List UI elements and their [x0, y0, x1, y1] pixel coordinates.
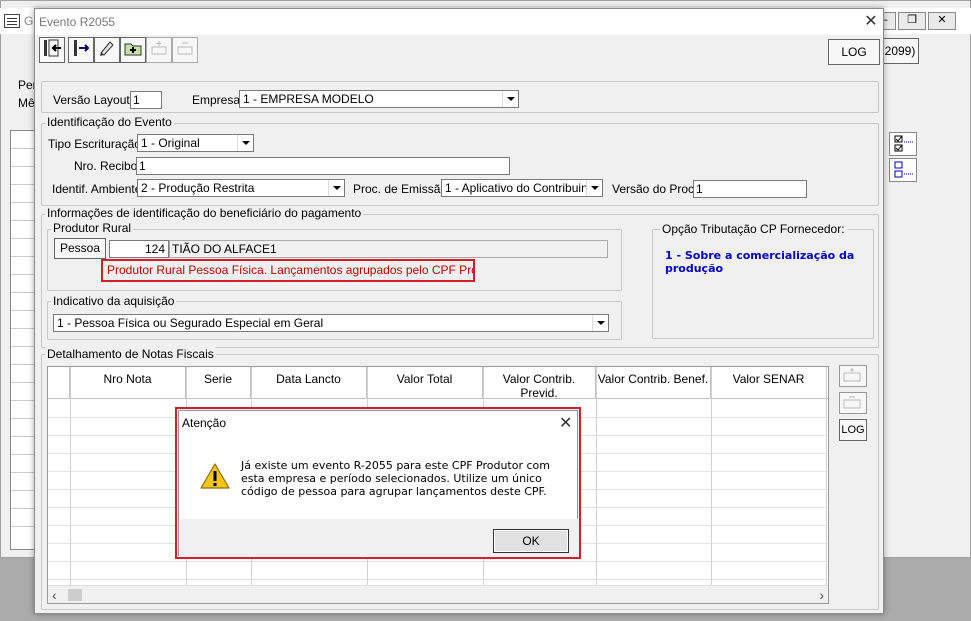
- tipo-escrituracao-select[interactable]: 1 - Original: [137, 134, 254, 152]
- grid-add-row-icon: [839, 365, 867, 387]
- pessoa-code-input[interactable]: 124: [109, 240, 169, 258]
- identif-ambiente-value: 2 - Produção Restrita: [141, 181, 255, 195]
- grid-remove-row-icon: [839, 392, 867, 414]
- checklist-icon[interactable]: [889, 132, 917, 156]
- col-serie[interactable]: Serie: [186, 367, 251, 399]
- add-row-icon: [146, 37, 172, 63]
- horizontal-scrollbar[interactable]: ‹ ›: [48, 585, 828, 603]
- identif-ambiente-select[interactable]: 2 - Produção Restrita: [137, 179, 345, 197]
- aquisicao-select[interactable]: 1 - Pessoa Física ou Segurado Especial e…: [53, 314, 609, 332]
- remove-row-icon: [172, 37, 198, 63]
- window-title: Evento R2055: [39, 15, 116, 29]
- atencao-dialog: Atenção ✕ Já existe um evento R-2055 par…: [175, 407, 581, 559]
- col-nro-nota[interactable]: Nro Nota: [70, 367, 186, 399]
- parent-mes-label: Mê: [18, 96, 35, 110]
- dialog-message: Já existe um evento R-2055 para este CPF…: [241, 459, 550, 498]
- col-data-lancto[interactable]: Data Lancto: [251, 367, 367, 399]
- aquisicao-title: Indicativo da aquisição: [51, 294, 177, 308]
- parent-title: G: [24, 14, 34, 28]
- parent-toolbar-button[interactable]: 2099): [881, 38, 919, 64]
- scroll-thumb[interactable]: [68, 589, 82, 601]
- col-valor-contrib-benef[interactable]: Valor Contrib. Benef.: [596, 367, 711, 399]
- dialog-body: Atenção ✕ Já existe um evento R-2055 par…: [178, 410, 579, 557]
- col-valor-contrib-previd[interactable]: Valor Contrib. Previd.: [483, 367, 596, 400]
- beneficiario-title: Informações de identificação do benefici…: [45, 206, 364, 220]
- aquisicao-value: 1 - Pessoa Física ou Segurado Especial e…: [57, 316, 324, 330]
- unchecklist-icon[interactable]: [889, 158, 917, 182]
- chevron-down-icon[interactable]: [502, 91, 518, 107]
- opcao-tributacao-title: Opção Tributação CP Fornecedor:: [660, 222, 847, 236]
- versao-proc-input[interactable]: 1: [693, 180, 807, 198]
- scroll-right-icon[interactable]: ›: [819, 587, 824, 603]
- proc-emissao-label: Proc. de Emissão: [353, 182, 448, 196]
- produtor-rural-title: Produtor Rural: [51, 221, 134, 235]
- pessoa-button[interactable]: Pessoa: [54, 238, 106, 259]
- nro-recibo-label: Nro. Recibo: [74, 159, 138, 173]
- chevron-down-icon[interactable]: [237, 135, 253, 151]
- opcao-tributacao-group: [652, 229, 874, 339]
- chevron-down-icon[interactable]: [592, 315, 608, 331]
- pessoa-name-field: TIÃO DO ALFACE1: [169, 240, 608, 258]
- row-indicator-header: [48, 367, 70, 399]
- warning-icon: [199, 462, 231, 493]
- close-parent-button[interactable]: ✕: [928, 12, 956, 30]
- dialog-close-button[interactable]: ✕: [559, 413, 572, 433]
- proc-emissao-value: 1 - Aplicativo do Contribuinte: [445, 181, 598, 195]
- log-button[interactable]: LOG: [828, 39, 880, 65]
- window-close-button[interactable]: ✕: [861, 12, 881, 32]
- exit-icon[interactable]: [39, 37, 65, 63]
- window-titlebar: Evento R2055: [35, 9, 883, 35]
- system-menu-icon[interactable]: [4, 14, 20, 28]
- versao-layout-label: Versão Layout: [53, 93, 130, 107]
- versao-layout-input[interactable]: 1: [130, 91, 162, 109]
- versao-proc-label: Versão do Proc.: [612, 182, 698, 196]
- empresa-label: Empresa: [192, 93, 241, 107]
- restore-button[interactable]: ❐: [898, 12, 926, 30]
- produtor-warning: Produtor Rural Pessoa Física. Lançamento…: [101, 259, 475, 282]
- tipo-escrituracao-label: Tipo Escrituração: [48, 137, 141, 151]
- opcao-tributacao-value: 1 - Sobre a comercialização da produção: [665, 249, 855, 275]
- empresa-value: 1 - EMPRESA MODELO: [243, 92, 374, 106]
- scroll-left-icon[interactable]: ‹: [52, 587, 57, 603]
- dialog-title: Atenção: [182, 416, 227, 430]
- ok-button[interactable]: OK: [493, 529, 569, 553]
- parent-grid: [10, 130, 36, 550]
- identif-ambiente-label: Identif. Ambiente: [52, 182, 142, 196]
- chevron-down-icon[interactable]: [328, 180, 344, 196]
- nro-recibo-input[interactable]: 1: [136, 157, 510, 175]
- empresa-select[interactable]: 1 - EMPRESA MODELO: [239, 90, 519, 108]
- tipo-escrituracao-value: 1 - Original: [141, 136, 200, 150]
- col-valor-senar[interactable]: Valor SENAR: [711, 367, 826, 399]
- identificacao-title: Identificação do Evento: [45, 115, 174, 129]
- chevron-down-icon[interactable]: [586, 180, 602, 196]
- grid-log-button[interactable]: LOG: [839, 419, 867, 441]
- edit-icon[interactable]: [94, 37, 120, 63]
- dialog-footer: OK: [179, 519, 579, 557]
- add-folder-icon[interactable]: [120, 37, 146, 63]
- col-valor-total[interactable]: Valor Total: [367, 367, 483, 399]
- proc-emissao-select[interactable]: 1 - Aplicativo do Contribuinte: [441, 179, 603, 197]
- notas-title: Detalhamento de Notas Fiscais: [45, 347, 216, 361]
- import-icon[interactable]: [68, 37, 94, 63]
